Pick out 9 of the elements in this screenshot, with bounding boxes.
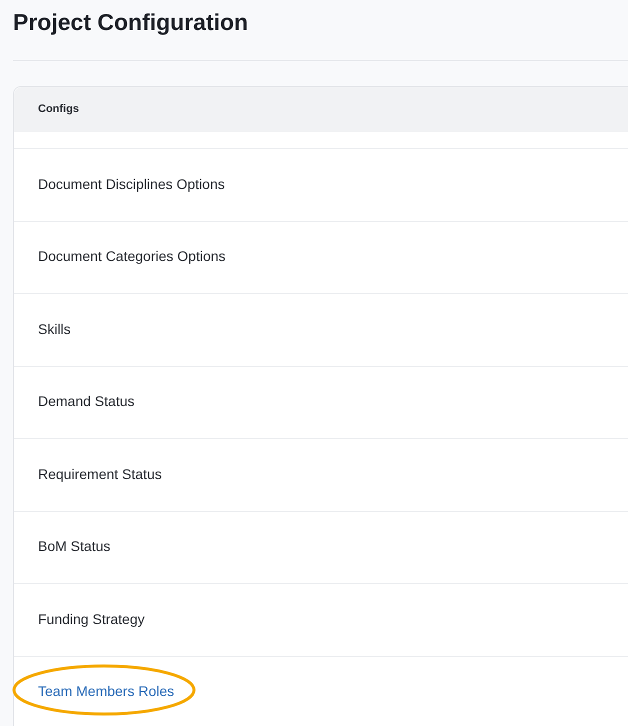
config-link[interactable]: BoM Status <box>38 538 110 554</box>
config-link[interactable]: Document Disciplines Options <box>38 176 225 192</box>
config-link[interactable]: Funding Strategy <box>38 610 145 627</box>
config-link[interactable]: Skills <box>38 320 71 337</box>
column-header: Configs <box>38 102 79 118</box>
config-link[interactable]: Demand Status <box>38 393 134 410</box>
config-link[interactable]: Document Categories Options <box>38 248 226 264</box>
page-title: Project Configuration <box>13 8 250 37</box>
config-link[interactable]: Requirement Status <box>38 466 162 482</box>
